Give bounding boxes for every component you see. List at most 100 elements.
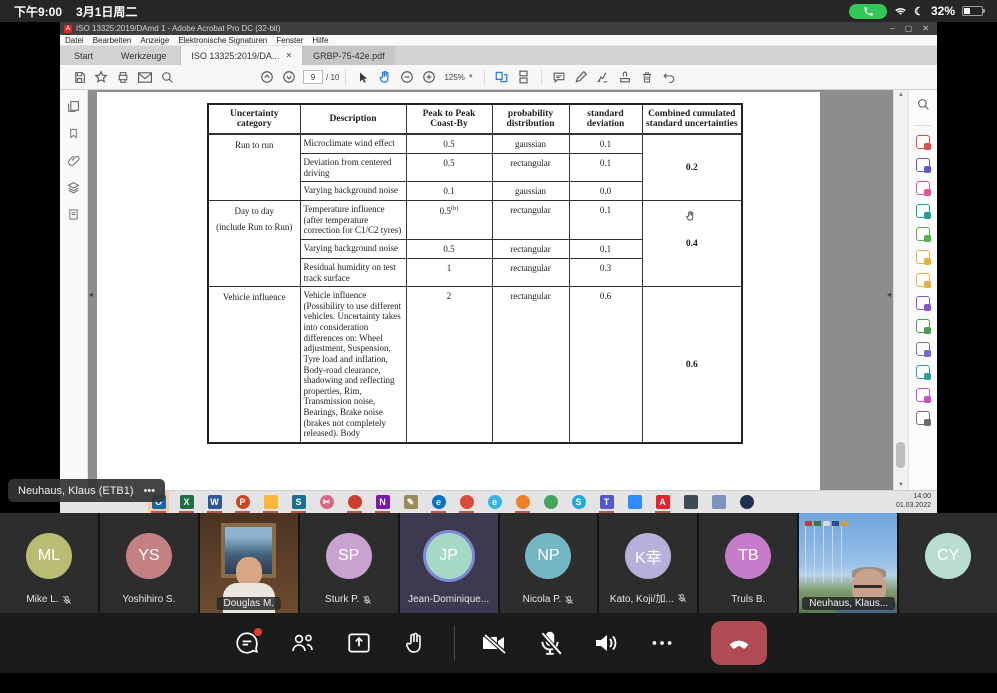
raise-hand-button[interactable] [398,626,432,660]
select-cursor-icon[interactable] [352,68,374,86]
delete-icon[interactable] [636,68,658,86]
tool-compress-pdf[interactable] [916,388,930,402]
taskbar-app-dark-app[interactable] [736,492,757,513]
print-icon[interactable] [112,68,134,86]
tool-protect[interactable] [916,342,930,356]
taskbar-app-acrobat[interactable]: A [652,492,673,513]
taskbar-app-calculator[interactable] [708,492,729,513]
participant-tile[interactable]: SP Sturk P. [300,513,398,613]
minimize-button[interactable]: – [890,24,894,33]
menu-item[interactable]: Datei [65,36,84,45]
layers-icon[interactable] [67,181,80,194]
tool-organize-pages[interactable] [916,181,930,195]
comment-icon[interactable] [548,68,570,86]
star-icon[interactable] [90,68,112,86]
taskbar-app-pen-tool[interactable]: ✎ [400,492,421,513]
tool-print-production[interactable] [916,319,930,333]
taskbar-app-notepad-app[interactable] [680,492,701,513]
taskbar-app-firefox[interactable] [512,492,533,513]
participants-button[interactable] [286,626,320,660]
taskbar-app-excel[interactable]: X [176,492,197,513]
mic-toggle-button[interactable] [533,626,567,660]
tool-more-tools[interactable] [916,411,930,425]
participant-tile[interactable]: JP Jean-Dominique... [400,513,498,613]
find-icon[interactable] [917,98,930,116]
stamp-icon[interactable] [614,68,636,86]
zoom-out-icon[interactable] [396,68,418,86]
scroll-up-icon[interactable]: ▲ [894,92,908,98]
share-screen-button[interactable] [342,626,376,660]
participant-tile[interactable]: Douglas M. [200,513,298,613]
taskbar-clock[interactable]: 14:00 01.03.2022 [896,493,937,511]
taskbar-app-globe-app[interactable] [540,492,561,513]
active-call-pill[interactable] [849,4,887,19]
taskbar-app-skype[interactable]: S [568,492,589,513]
participant-tile[interactable]: K幸 Kato, Koji/加... [599,513,697,613]
tool-create-pdf[interactable] [916,135,930,149]
presenter-label[interactable]: Neuhaus, Klaus (ETB1) ••• [8,479,165,502]
tab-werkzeuge[interactable]: Werkzeuge [107,46,180,65]
search-icon[interactable] [156,68,178,86]
scroll-down-icon[interactable]: ▼ [894,482,908,488]
tool-combine-files[interactable] [916,250,930,264]
pdf-page-area[interactable]: Uncertainty categoryDescriptionPeak to P… [88,90,893,490]
previous-page-icon[interactable] [256,68,278,86]
scrollbar-thumb[interactable] [896,442,905,468]
taskbar-app-onenote[interactable]: N [372,492,393,513]
vertical-scrollbar[interactable]: ▲ ▼ [893,90,908,490]
document-icon[interactable] [68,208,79,221]
taskbar-app-sharepoint[interactable]: S [288,492,309,513]
page-number-input[interactable]: 9 [303,70,323,84]
taskbar-app-word[interactable]: W [204,492,225,513]
taskbar-app-snipping-tool[interactable]: ✂ [316,492,337,513]
email-icon[interactable] [134,68,156,86]
right-panel-toggle-icon[interactable]: ◂ [887,290,891,299]
page-view-icon[interactable] [491,68,513,86]
hand-tool-icon[interactable] [374,68,396,86]
close-button[interactable]: ✕ [922,24,929,33]
taskbar-app-chrome[interactable] [456,492,477,513]
attachments-icon[interactable] [68,154,80,167]
zoom-level-select[interactable]: 125% ▼ [444,73,473,82]
more-options-icon[interactable]: ••• [144,485,156,497]
participant-tile[interactable]: CY [899,513,997,613]
bookmarks-icon[interactable] [68,127,79,140]
undo-icon[interactable] [658,68,680,86]
participant-tile[interactable]: TB Truls B. [699,513,797,613]
tab-document-inactive[interactable]: GRBP-75-42e.pdf [302,46,395,65]
tool-certificates[interactable] [916,365,930,379]
menu-item[interactable]: Hilfe [312,36,328,45]
participant-tile[interactable]: ML Mike L. [0,513,98,613]
tool-enhance-scans[interactable] [916,204,930,218]
participant-tile[interactable]: NP Nicola P. [500,513,598,613]
tab-start[interactable]: Start [60,46,107,65]
taskbar-app-video-app[interactable] [624,492,645,513]
camera-toggle-button[interactable] [477,626,511,660]
participant-tile[interactable]: Neuhaus, Klaus... [799,513,897,613]
tab-close-icon[interactable]: ✕ [285,51,292,60]
next-page-icon[interactable] [278,68,300,86]
tool-comment[interactable] [916,273,930,287]
tool-scan-ocr[interactable] [916,227,930,241]
tab-document-active[interactable]: ISO 13325:2019/DA... ✕ [180,46,302,65]
left-panel-toggle-icon[interactable]: ◂ [89,290,93,299]
menu-item[interactable]: Elektronische Signaturen [178,36,267,45]
taskbar-app-powerpoint[interactable]: P [232,492,253,513]
taskbar-app-teams[interactable]: T [596,492,617,513]
more-options-button[interactable] [645,626,679,660]
menu-item[interactable]: Anzeige [140,36,169,45]
zoom-in-icon[interactable] [418,68,440,86]
tool-export-pdf[interactable] [916,158,930,172]
maximize-button[interactable]: ▢ [905,24,913,33]
taskbar-app-edge[interactable]: e [428,492,449,513]
pencil-icon[interactable] [570,68,592,86]
menu-item[interactable]: Fenster [276,36,303,45]
tool-fill-sign[interactable] [916,296,930,310]
taskbar-app-file-explorer[interactable] [260,492,281,513]
save-icon[interactable] [68,68,90,86]
chat-button[interactable] [230,626,264,660]
participant-tile[interactable]: YS Yoshihiro S. [100,513,198,613]
scrolling-view-icon[interactable] [513,68,535,86]
taskbar-app-paint-app[interactable] [344,492,365,513]
menu-item[interactable]: Bearbeiten [93,36,132,45]
